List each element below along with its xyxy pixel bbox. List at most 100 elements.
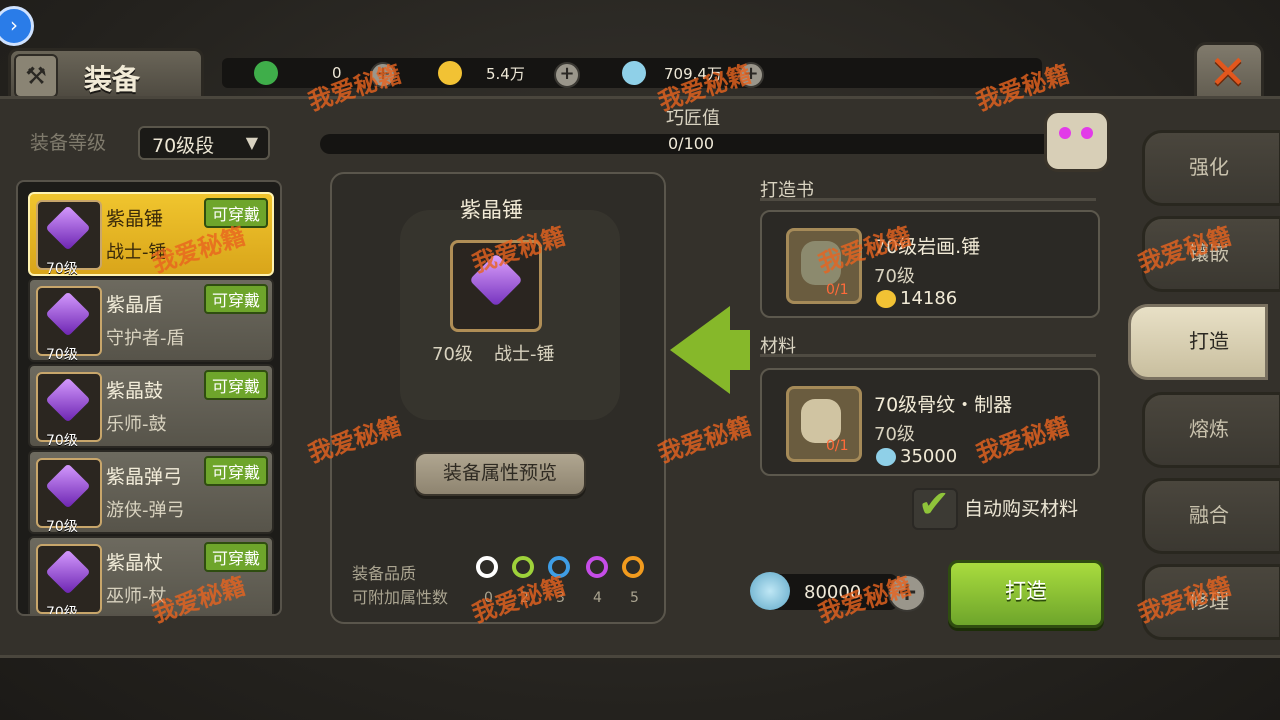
shell-icon bbox=[876, 448, 896, 466]
tab-label: 修理 bbox=[1189, 589, 1229, 613]
attribute-count-label: 可附加属性数 bbox=[352, 588, 449, 607]
item-name: 紫晶锤 bbox=[106, 208, 164, 230]
currency-gold: 5.4万 bbox=[438, 58, 525, 88]
currency-value: 0 bbox=[332, 64, 342, 82]
item-class: 战士-锤 bbox=[106, 242, 167, 263]
item-class: 守护者-盾 bbox=[106, 328, 185, 349]
bone-pattern-icon[interactable] bbox=[786, 386, 862, 462]
list-item[interactable]: 70级 紫晶杖 巫师-杖 可穿戴 bbox=[28, 536, 274, 614]
quality-white-icon bbox=[476, 556, 498, 578]
tab-label: 熔炼 bbox=[1189, 417, 1229, 441]
divider bbox=[760, 198, 1096, 201]
material-level: 70级 bbox=[874, 424, 915, 445]
quality-purple-icon bbox=[586, 556, 608, 578]
item-level: 70级 bbox=[46, 605, 78, 616]
item-class: 巫师-杖 bbox=[106, 586, 167, 607]
material-count: 0/1 bbox=[826, 438, 849, 454]
currency-shell: 709.4万 bbox=[622, 58, 722, 88]
anvil-icon: ⚒ bbox=[14, 54, 58, 98]
forge-button[interactable]: 打造 bbox=[948, 560, 1104, 628]
rock-painting-icon[interactable] bbox=[786, 228, 862, 304]
quality-count: 4 bbox=[593, 590, 602, 606]
list-item[interactable]: 70级 紫晶弹弓 游侠-弹弓 可穿戴 bbox=[28, 450, 274, 535]
book-price: 14186 bbox=[900, 288, 958, 309]
level-select-value: 70级段 bbox=[152, 135, 215, 157]
quality-count: 5 bbox=[630, 590, 639, 606]
material-title: 70级骨纹・制器 bbox=[874, 394, 1013, 416]
wearable-badge: 可穿戴 bbox=[203, 284, 268, 314]
quality-count: 0 bbox=[484, 590, 493, 606]
gold-coin-icon bbox=[876, 290, 896, 308]
quality-count: 3 bbox=[556, 590, 565, 606]
close-icon[interactable]: ✕ bbox=[1204, 44, 1252, 100]
item-level: 70级 bbox=[46, 261, 78, 277]
shell-icon bbox=[750, 572, 790, 610]
forge-button-label: 打造 bbox=[1005, 579, 1047, 603]
arrow-left-icon bbox=[670, 306, 730, 394]
dropdown-arrow-icon: ▼ bbox=[245, 133, 258, 152]
tab-fuse[interactable]: 融合 bbox=[1142, 478, 1280, 554]
tab-smelt[interactable]: 熔炼 bbox=[1142, 392, 1280, 468]
tab-strengthen[interactable]: 强化 bbox=[1142, 130, 1280, 206]
wearable-badge: 可穿戴 bbox=[203, 370, 268, 400]
quality-orange-icon bbox=[622, 556, 644, 578]
list-item[interactable]: 70级 紫晶盾 守护者-盾 可穿戴 bbox=[28, 278, 274, 363]
craftsman-label: 巧匠值 bbox=[666, 108, 720, 129]
arrow-tail bbox=[726, 330, 750, 370]
skull-icon[interactable] bbox=[1044, 110, 1110, 172]
book-count: 0/1 bbox=[826, 282, 849, 298]
hammer-icon[interactable] bbox=[450, 240, 542, 332]
tab-label: 融合 bbox=[1189, 503, 1229, 527]
item-level: 70级 bbox=[46, 519, 78, 535]
wearable-badge: 可穿戴 bbox=[203, 456, 268, 486]
level-select[interactable]: 70级段 ▼ bbox=[138, 126, 270, 160]
currency-value: 5.4万 bbox=[486, 64, 525, 83]
slingshot-icon: 70级 bbox=[36, 458, 102, 535]
add-shell-button[interactable]: + bbox=[738, 62, 764, 88]
material-price: 35000 bbox=[900, 446, 958, 467]
add-gold-button[interactable]: + bbox=[554, 62, 580, 88]
level-filter-label: 装备等级 bbox=[30, 132, 107, 154]
shell-icon bbox=[622, 61, 646, 85]
quality-label: 装备品质 bbox=[352, 564, 417, 583]
attribute-preview-button[interactable]: 装备属性预览 bbox=[414, 452, 586, 496]
tab-label: 强化 bbox=[1189, 155, 1229, 179]
auto-buy-checkbox[interactable] bbox=[912, 482, 958, 530]
staff-icon: 70级 bbox=[36, 544, 102, 614]
quality-count: 2 bbox=[520, 590, 529, 606]
gem-green-icon bbox=[254, 61, 278, 85]
tab-repair[interactable]: 修理 bbox=[1142, 564, 1280, 640]
preview-button-label: 装备属性预览 bbox=[442, 462, 557, 484]
equipment-list[interactable]: 70级 紫晶锤 战士-锤 可穿戴 70级 紫晶盾 守护者-盾 可穿戴 70级 紫… bbox=[16, 180, 282, 616]
craftsman-progress-text: 0/100 bbox=[668, 134, 715, 153]
item-name: 紫晶弹弓 bbox=[106, 466, 183, 488]
tab-forge[interactable]: 打造 bbox=[1128, 304, 1268, 380]
book-title: 70级岩画.锤 bbox=[874, 236, 981, 258]
quality-blue-icon bbox=[548, 556, 570, 578]
item-name: 紫晶杖 bbox=[106, 552, 164, 574]
page-title: 装备 bbox=[84, 63, 141, 96]
item-level: 70级 bbox=[46, 433, 78, 449]
item-class: 乐师-鼓 bbox=[106, 414, 167, 435]
wearable-badge: 可穿戴 bbox=[203, 542, 268, 572]
add-green-button[interactable]: + bbox=[370, 62, 396, 88]
currency-green: 0 bbox=[254, 58, 342, 88]
forge-item-name: 紫晶锤 bbox=[460, 198, 523, 222]
shield-icon: 70级 bbox=[36, 286, 102, 363]
currency-value: 709.4万 bbox=[664, 64, 722, 83]
gold-coin-icon bbox=[438, 61, 462, 85]
item-name: 紫晶盾 bbox=[106, 294, 164, 316]
forge-item-class: 战士-锤 bbox=[494, 344, 555, 365]
list-item[interactable]: 70级 紫晶鼓 乐师-鼓 可穿戴 bbox=[28, 364, 274, 449]
add-shell-button[interactable]: + bbox=[888, 574, 926, 612]
list-item[interactable]: 70级 紫晶锤 战士-锤 可穿戴 bbox=[28, 192, 274, 277]
book-level: 70级 bbox=[874, 266, 915, 287]
tab-label: 镶嵌 bbox=[1189, 241, 1229, 265]
wearable-badge: 可穿戴 bbox=[203, 198, 268, 228]
item-name: 紫晶鼓 bbox=[106, 380, 164, 402]
tab-inlay[interactable]: 镶嵌 bbox=[1142, 216, 1280, 292]
forge-item-level: 70级 bbox=[432, 344, 473, 365]
item-level: 70级 bbox=[46, 347, 78, 363]
auto-buy-label: 自动购买材料 bbox=[964, 498, 1079, 520]
tab-label: 打造 bbox=[1189, 329, 1229, 353]
